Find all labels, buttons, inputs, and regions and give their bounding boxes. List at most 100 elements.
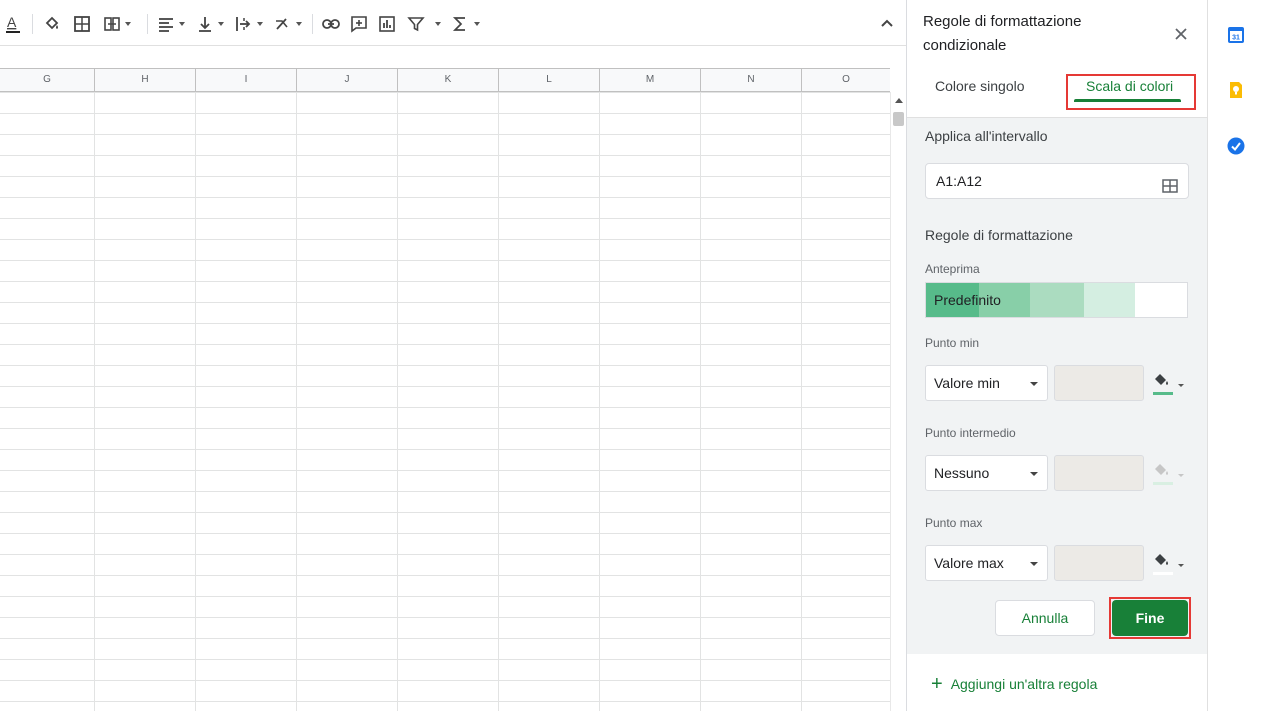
cancel-button[interactable]: Annulla — [995, 600, 1095, 636]
scrollbar-thumb[interactable] — [893, 112, 904, 126]
chevron-down-icon — [1178, 384, 1184, 387]
max-point-value-input[interactable] — [1054, 545, 1144, 581]
column-gridline — [700, 92, 701, 711]
sheets-window: A G H I J K L M N O Regole di formattazi… — [0, 0, 1262, 711]
highlight-annotation — [1066, 74, 1196, 110]
filter-icon[interactable] — [407, 13, 441, 35]
add-rule-button[interactable]: + Aggiungi un'altra regola — [931, 673, 1098, 695]
mid-point-color-button — [1151, 460, 1187, 490]
mid-point-select-value: Nessuno — [934, 465, 990, 481]
preview-segment — [1084, 283, 1135, 317]
chevron-down-icon[interactable] — [474, 22, 480, 26]
column-gridline — [296, 92, 297, 711]
toolbar: A — [0, 0, 906, 46]
calendar-day: 31 — [1232, 35, 1240, 42]
max-point-select[interactable]: Valore max — [925, 545, 1048, 581]
chevron-down-icon[interactable] — [179, 22, 185, 26]
min-color-swatch — [1153, 392, 1173, 395]
keep-icon[interactable] — [1227, 81, 1245, 99]
conditional-formatting-panel: Regole di formattazione condizionale Col… — [906, 0, 1207, 711]
column-header[interactable]: O — [802, 69, 890, 91]
preview-segment — [1030, 283, 1084, 317]
panel-title: Regole di formattazione condizionale — [923, 13, 1082, 54]
tab-single-color[interactable]: Colore singolo — [935, 78, 1025, 94]
chevron-down-icon — [1030, 472, 1038, 476]
plus-icon: + — [931, 673, 943, 695]
preview-label: Anteprima — [925, 262, 980, 276]
toolbar-divider — [312, 14, 313, 34]
collapse-icon[interactable] — [878, 15, 896, 33]
column-gridline — [801, 92, 802, 711]
align-vertical-icon[interactable] — [196, 13, 224, 35]
column-gridline — [599, 92, 600, 711]
chevron-down-icon — [1178, 564, 1184, 567]
column-header-row: G H I J K L M N O — [0, 68, 890, 92]
min-point-select[interactable]: Valore min — [925, 365, 1048, 401]
column-header[interactable]: N — [701, 69, 802, 91]
min-point-color-button[interactable] — [1151, 370, 1187, 400]
min-point-value-input[interactable] — [1054, 365, 1144, 401]
mid-point-select[interactable]: Nessuno — [925, 455, 1048, 491]
side-apps-rail: 31 — [1207, 0, 1262, 711]
scroll-up-arrow-icon[interactable] — [895, 98, 903, 103]
borders-icon[interactable] — [73, 13, 91, 35]
column-header[interactable]: G — [0, 69, 95, 91]
toolbar-divider — [147, 14, 148, 34]
column-header[interactable]: M — [600, 69, 701, 91]
align-horizontal-icon[interactable] — [157, 13, 185, 35]
toolbar-divider — [32, 14, 33, 34]
max-point-color-button[interactable] — [1151, 550, 1187, 580]
rules-section-label: Regole di formattazione — [925, 227, 1073, 243]
highlight-annotation — [1109, 597, 1191, 639]
column-header[interactable]: K — [398, 69, 499, 91]
chevron-down-icon — [1178, 474, 1184, 477]
fill-color-icon — [1155, 374, 1168, 385]
preview-segment — [1135, 283, 1187, 317]
chevron-down-icon[interactable] — [435, 22, 441, 26]
column-header[interactable]: H — [95, 69, 196, 91]
add-rule-label: Aggiungi un'altra regola — [950, 676, 1098, 692]
select-range-icon[interactable] — [1161, 173, 1179, 193]
chevron-down-icon — [1030, 382, 1038, 386]
chevron-down-icon — [1030, 562, 1038, 566]
column-gridline — [397, 92, 398, 711]
panel-content: Applica all'intervallo A1:A12 Regole di … — [907, 118, 1207, 654]
column-gridline — [195, 92, 196, 711]
max-point-label: Punto max — [925, 516, 983, 530]
preview-value: Predefinito — [934, 292, 1001, 308]
text-wrap-icon[interactable] — [235, 13, 263, 35]
mid-color-swatch — [1153, 482, 1173, 485]
insert-link-icon[interactable] — [321, 13, 341, 35]
chevron-down-icon[interactable] — [218, 22, 224, 26]
svg-text:A: A — [7, 14, 17, 30]
merge-cells-icon[interactable] — [103, 13, 131, 35]
column-gridline — [498, 92, 499, 711]
cell-grid[interactable] — [0, 92, 890, 711]
fill-color-icon — [1155, 554, 1168, 565]
column-gridline — [94, 92, 95, 711]
calendar-icon[interactable]: 31 — [1227, 26, 1245, 44]
text-rotation-icon[interactable] — [274, 13, 302, 35]
insert-comment-icon[interactable] — [350, 13, 368, 35]
min-point-label: Punto min — [925, 336, 980, 350]
insert-chart-icon[interactable] — [378, 13, 396, 35]
range-input-value: A1:A12 — [936, 173, 982, 189]
column-header[interactable]: J — [297, 69, 398, 91]
chevron-down-icon[interactable] — [296, 22, 302, 26]
chevron-down-icon[interactable] — [257, 22, 263, 26]
tasks-icon[interactable] — [1227, 137, 1245, 155]
functions-icon[interactable] — [452, 13, 480, 35]
range-input[interactable]: A1:A12 — [925, 163, 1189, 199]
column-header[interactable]: I — [196, 69, 297, 91]
chevron-down-icon[interactable] — [125, 22, 131, 26]
min-point-select-value: Valore min — [934, 375, 1000, 391]
vertical-scrollbar[interactable] — [890, 92, 906, 711]
close-icon[interactable] — [1173, 26, 1189, 42]
max-color-swatch — [1153, 572, 1173, 575]
color-scale-preview[interactable]: Predefinito — [925, 282, 1188, 318]
column-header[interactable]: L — [499, 69, 600, 91]
range-section-label: Applica all'intervallo — [925, 128, 1048, 144]
fill-color-icon[interactable] — [43, 13, 61, 35]
max-point-select-value: Valore max — [934, 555, 1004, 571]
text-color-icon[interactable]: A — [4, 13, 22, 35]
